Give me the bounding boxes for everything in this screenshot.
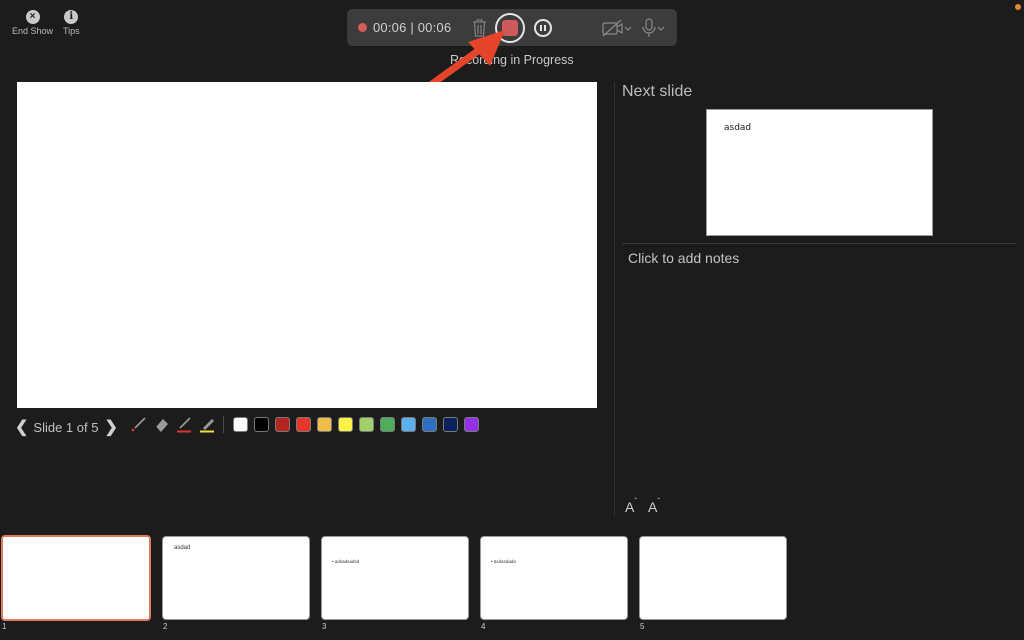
thumbnail-title: asdad [174,545,191,551]
current-slide[interactable] [17,82,597,408]
notes-area[interactable]: Click to add notes [628,250,739,266]
close-icon: × [25,10,40,24]
slide-navigation: ❮ Slide 1 of 5 ❯ [15,417,118,437]
color-swatch[interactable] [380,417,395,432]
pen-icon[interactable] [176,416,193,433]
slide-thumbnail[interactable] [1,535,151,621]
end-show-label: End Show [12,26,54,36]
recording-timer: 00:06 | 00:06 [373,20,452,35]
toolbar-divider [223,416,224,433]
laser-pointer-icon[interactable] [130,416,147,433]
color-swatch[interactable] [275,417,290,432]
next-slide-text: asdad [724,123,752,133]
stop-icon [502,20,518,36]
eraser-icon[interactable] [153,416,170,433]
thumbnail-number: 5 [640,622,645,631]
slide-counter: Slide 1 of 5 [33,419,99,435]
color-swatch[interactable] [443,417,458,432]
tips-button[interactable]: i Tips [63,10,80,36]
increase-font-icon: A [625,499,635,515]
slide-thumbnail[interactable]: • asdasdada [480,536,628,620]
pause-recording-button[interactable] [534,19,552,37]
next-slide-title: Next slide [622,83,693,100]
recording-indicator-icon [358,23,367,32]
stop-recording-button[interactable] [495,13,525,43]
increase-font-button[interactable]: Aˆ [625,497,637,515]
previous-slide-button[interactable]: ❮ [15,417,28,437]
status-indicator-dot [1015,4,1021,10]
color-swatch[interactable] [338,417,353,432]
color-swatch[interactable] [317,417,332,432]
color-swatch[interactable] [359,417,374,432]
color-swatch[interactable] [422,417,437,432]
tips-label: Tips [63,26,80,36]
slide-thumbnail[interactable] [639,536,787,620]
recording-status-label: Recording in Progress [450,53,574,67]
end-show-button[interactable]: × End Show [12,10,53,36]
color-swatch[interactable] [254,417,269,432]
next-slide-button[interactable]: ❯ [104,417,117,437]
thumbnail-bullet: • asdasdada [491,559,516,564]
color-swatch[interactable] [464,417,479,432]
trash-icon[interactable] [471,18,488,38]
thumbnail-number: 3 [322,622,327,631]
info-icon: i [64,10,79,24]
notes-divider [622,243,1016,244]
camera-off-icon[interactable] [602,18,634,38]
ink-color-palette [233,417,479,432]
next-slide-preview[interactable]: asdad [706,109,933,236]
color-swatch[interactable] [233,417,248,432]
slide-thumbnail[interactable]: • adsadsadsd [321,536,469,620]
slide-thumbnail[interactable]: asdad [162,536,310,620]
decrease-font-button[interactable]: Aˇ [648,497,660,515]
pane-divider[interactable] [614,82,615,516]
recording-toolbar: 00:06 | 00:06 [347,9,677,46]
color-swatch[interactable] [401,417,416,432]
ink-tools [130,416,216,433]
microphone-icon[interactable] [641,18,667,38]
thumbnail-number: 4 [481,622,486,631]
thumbnail-number: 1 [2,622,7,631]
decrease-font-icon: A [648,499,658,515]
highlighter-icon[interactable] [199,416,216,433]
thumbnail-bullet: • adsadsadsd [332,559,360,564]
thumbnail-number: 2 [163,622,168,631]
color-swatch[interactable] [296,417,311,432]
